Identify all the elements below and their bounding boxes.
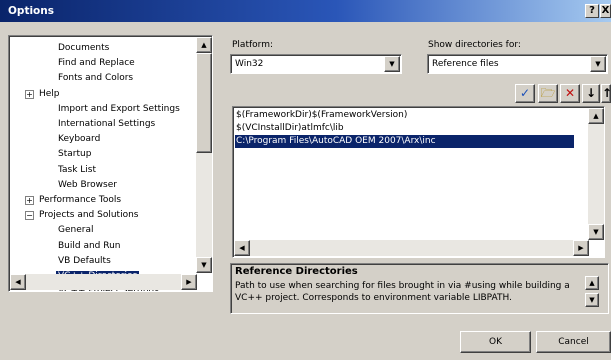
tree-item-label: International Settings (58, 119, 156, 129)
chevron-down-icon[interactable]: ▼ (590, 56, 606, 72)
description-line-1: Path to use when searching for files bro… (235, 281, 570, 291)
tree-item[interactable]: Startup (58, 147, 91, 161)
scroll-right-arrow-icon[interactable]: ▶ (181, 274, 197, 290)
tree-item[interactable]: Fonts and Colors (58, 71, 133, 85)
tree-item-label: Web Browser (58, 179, 117, 190)
scroll-down-arrow-icon[interactable]: ▼ (588, 224, 604, 240)
platform-value: Win32 (235, 59, 264, 69)
tree-item[interactable]: Build and Run (58, 239, 121, 253)
directory-vertical-scrollbar[interactable]: ▲ ▼ (588, 108, 604, 240)
tree-item-label: Task List (58, 164, 97, 175)
ok-button[interactable]: OK (460, 331, 531, 353)
tree-item-label: VB Defaults (58, 255, 111, 266)
tree-item[interactable]: + Help (25, 87, 60, 101)
tree-item-label: Find and Replace (58, 58, 135, 69)
tree-item[interactable]: Import and Export Settings (58, 102, 180, 116)
chevron-down-icon[interactable]: ▼ (384, 56, 400, 72)
scroll-down-arrow-icon[interactable]: ▼ (196, 257, 212, 273)
tree-item[interactable]: Web Browser (58, 178, 117, 192)
tree-item-label: Import and Export Settings (58, 103, 180, 114)
collapse-icon[interactable]: − (25, 211, 34, 221)
move-down-icon[interactable]: ↓ (582, 84, 600, 103)
tree-item-label: Documents (58, 43, 110, 53)
tree-item-label: Projects and Solutions (39, 210, 139, 221)
description-scroll-down-icon[interactable]: ▼ (585, 293, 599, 307)
tree-vertical-scrollbar[interactable]: ▲ ▼ (196, 37, 212, 273)
description-scroll-up-icon[interactable]: ▲ (585, 276, 599, 290)
tree-item-label: Keyboard (58, 134, 101, 145)
window-title: Options (8, 5, 54, 17)
scroll-left-arrow-icon[interactable]: ◀ (234, 240, 250, 256)
tree-item[interactable]: Documents (58, 41, 109, 55)
scroll-left-arrow-icon[interactable]: ◀ (10, 274, 26, 290)
tree-item[interactable]: + Performance Tools (25, 193, 121, 207)
tree-scroll-thumb[interactable] (196, 53, 212, 153)
tree-item[interactable]: International Settings (58, 117, 155, 131)
tree-item-label: Build and Run (58, 240, 121, 251)
scroll-up-arrow-icon[interactable]: ▲ (196, 37, 212, 53)
delete-icon[interactable]: ✕ (560, 84, 580, 103)
options-tree[interactable]: Documents Find and Replace Fonts and Color… (8, 35, 213, 292)
tree-item-label: Help (39, 88, 60, 99)
directory-horizontal-scrollbar[interactable]: ◀ ▶ (234, 240, 589, 256)
show-directories-select[interactable]: Reference files ▼ (427, 54, 608, 74)
tree-item[interactable]: General (58, 223, 93, 237)
help-button[interactable]: ? (585, 4, 599, 18)
tree-item[interactable]: VB Defaults (58, 254, 111, 268)
show-directories-label: Show directories for: (428, 40, 521, 50)
expand-icon[interactable]: + (25, 89, 34, 99)
directory-list[interactable]: $(FrameworkDir)$(FrameworkVersion) $(VCIn… (232, 106, 605, 258)
new-folder-icon[interactable]: 🗁 (538, 84, 558, 103)
title-bar: Options ? X (0, 0, 611, 22)
tree-item-label: Performance Tools (39, 195, 122, 205)
scroll-up-arrow-icon[interactable]: ▲ (588, 108, 604, 124)
cancel-button[interactable]: Cancel (536, 331, 611, 353)
description-line-2: VC++ project. Corresponds to environment… (235, 293, 512, 303)
platform-label: Platform: (232, 40, 273, 50)
close-button[interactable]: X (600, 4, 611, 18)
description-panel: Reference Directories Path to use when s… (230, 263, 609, 314)
directory-row[interactable]: $(FrameworkDir)$(FrameworkVersion) (235, 109, 574, 122)
description-title: Reference Directories (235, 266, 358, 277)
move-up-icon[interactable]: ↑ (601, 84, 611, 103)
tree-item[interactable]: − Projects and Solutions (25, 208, 139, 222)
expand-icon[interactable]: + (25, 196, 34, 205)
show-directories-value: Reference files (432, 59, 499, 69)
platform-select[interactable]: Win32 ▼ (230, 54, 402, 74)
tree-item[interactable]: Keyboard (58, 132, 100, 146)
directory-row[interactable]: C:\Program Files\AutoCAD OEM 2007\Arx\in… (235, 135, 574, 148)
check-icon[interactable]: ✓ (515, 84, 535, 103)
tree-item-label: Startup (58, 149, 92, 160)
tree-item[interactable]: Task List (58, 163, 96, 177)
scroll-right-arrow-icon[interactable]: ▶ (573, 240, 589, 256)
tree-item[interactable]: Find and Replace (58, 56, 135, 70)
tree-item-label: General (58, 225, 94, 236)
tree-item-label: Fonts and Colors (58, 73, 134, 84)
directory-row[interactable]: $(VCInstallDir)atlmfc\lib (235, 122, 574, 135)
tree-horizontal-scrollbar[interactable]: ◀ ▶ (10, 274, 197, 290)
